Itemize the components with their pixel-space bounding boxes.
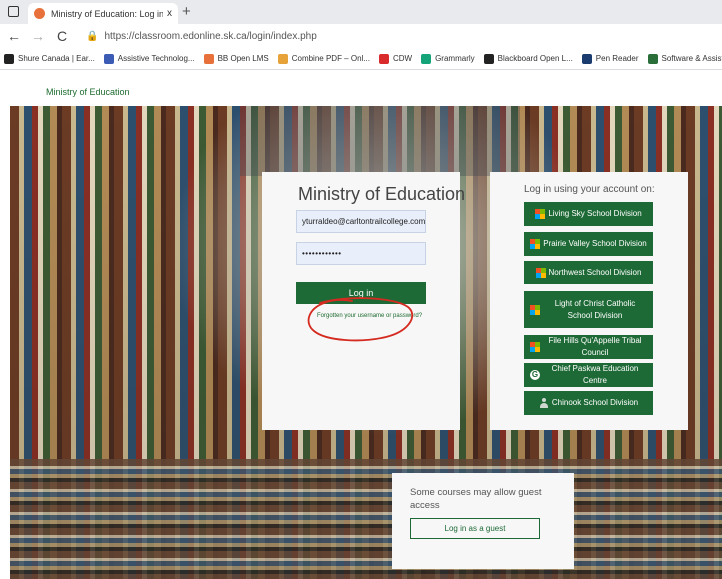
bookmark-label: Grammarly: [435, 54, 475, 63]
password-field[interactable]: ••••••••••••: [296, 242, 426, 265]
bookmark-favicon-icon: [4, 53, 14, 64]
bookmark-label: Combine PDF – Onl...: [291, 54, 370, 63]
bookmark-label: BB Open LMS: [217, 54, 269, 63]
bookmark-label: Assistive Technolog...: [117, 54, 195, 63]
close-tab-icon[interactable]: x: [167, 8, 172, 19]
bookmark-favicon-icon: [647, 53, 658, 64]
division-label: Chinook School Division: [551, 398, 639, 407]
bookmark-label: Software & Assistiv...: [661, 54, 722, 63]
bookmark-item[interactable]: Blackboard Open L...: [483, 53, 573, 64]
division-label: Northwest School Division: [548, 267, 642, 277]
microsoft-icon: [530, 239, 541, 249]
division-label: Light of Christ Catholic School Division: [554, 298, 636, 320]
site-header: Ministry of Education: [0, 70, 722, 106]
guest-login-button[interactable]: Log in as a guest: [410, 518, 540, 539]
division-login-button[interactable]: Prairie Valley School Division: [524, 232, 653, 256]
microsoft-icon: [530, 304, 540, 315]
microsoft-icon: [535, 209, 546, 219]
division-login-button[interactable]: Light of Christ Catholic School Division: [524, 291, 653, 328]
bookmark-favicon-icon: [103, 53, 114, 64]
bookmark-favicon-icon: [483, 53, 494, 64]
bookmark-label: Blackboard Open L...: [497, 54, 573, 63]
division-login-button[interactable]: Living Sky School Division: [524, 202, 653, 226]
bookmark-item[interactable]: Pen Reader: [581, 53, 639, 64]
bookmark-item[interactable]: Software & Assistiv...: [647, 53, 722, 64]
bookmark-favicon-icon: [581, 53, 592, 64]
division-label: Chief Paskwa Education Centre: [551, 364, 639, 385]
microsoft-icon: [535, 267, 546, 278]
bookmarks-bar: Shure Canada | Ear... Assistive Technolog…: [0, 48, 722, 70]
forward-button[interactable]: →: [28, 28, 48, 44]
person-icon: [539, 398, 549, 408]
bookmark-item[interactable]: Grammarly: [421, 53, 475, 64]
lock-icon[interactable]: 🔒: [86, 31, 98, 42]
division-login-button[interactable]: Chinook School Division: [524, 391, 653, 415]
bookmark-item[interactable]: BB Open LMS: [203, 53, 269, 64]
address-bar: ← → C 🔒 https://classroom.edonline.sk.ca…: [0, 24, 722, 48]
bookmark-label: Pen Reader: [595, 54, 639, 63]
bookmark-item[interactable]: Assistive Technolog...: [103, 53, 195, 64]
microsoft-icon: [530, 342, 540, 352]
browser-tab[interactable]: Ministry of Education: Log in to t x: [28, 3, 178, 24]
division-label: File Hills Qu'Appelle Tribal Council: [548, 336, 642, 357]
reload-button[interactable]: C: [52, 28, 72, 44]
division-login-button[interactable]: Northwest School Division: [524, 261, 653, 284]
division-login-button[interactable]: File Hills Qu'Appelle Tribal Council: [524, 335, 653, 359]
division-label: Prairie Valley School Division: [543, 239, 647, 248]
site-brand-link[interactable]: Ministry of Education: [46, 87, 130, 97]
bookmark-label: CDW: [392, 54, 413, 63]
google-icon: G: [530, 370, 540, 380]
red-annotation-circle: [307, 297, 414, 342]
division-label: Living Sky School Division: [548, 209, 642, 218]
back-button[interactable]: ←: [4, 28, 24, 44]
bookmark-item[interactable]: Combine PDF – Onl...: [277, 53, 370, 64]
division-login-button[interactable]: G Chief Paskwa Education Centre: [524, 363, 653, 387]
divisions-title: Log in using your account on:: [524, 184, 655, 195]
bookmark-favicon-icon: [421, 53, 432, 64]
new-tab-button[interactable]: +: [182, 3, 191, 20]
bookmark-favicon-icon: [203, 53, 214, 64]
bookmark-favicon-icon: [277, 53, 288, 64]
tab-title: Ministry of Education: Log in to t: [51, 8, 163, 19]
login-title: Ministry of Education: [298, 184, 466, 204]
url-field[interactable]: https://classroom.edonline.sk.ca/login/i…: [104, 31, 316, 42]
bookmark-favicon-icon: [378, 53, 389, 64]
username-field[interactable]: yturraldeo@carltontrailcollege.com: [296, 210, 426, 233]
guest-access-text: Some courses may allow guest access: [410, 487, 542, 511]
bookmark-label: Shure Canada | Ear...: [18, 54, 95, 63]
bookmark-item[interactable]: Shure Canada | Ear...: [4, 53, 95, 64]
site-favicon-icon: [34, 8, 45, 19]
bookmark-item[interactable]: CDW: [378, 53, 413, 64]
browser-tab-bar: Ministry of Education: Log in to t x +: [0, 0, 722, 24]
tab-actions-icon[interactable]: [8, 6, 19, 17]
